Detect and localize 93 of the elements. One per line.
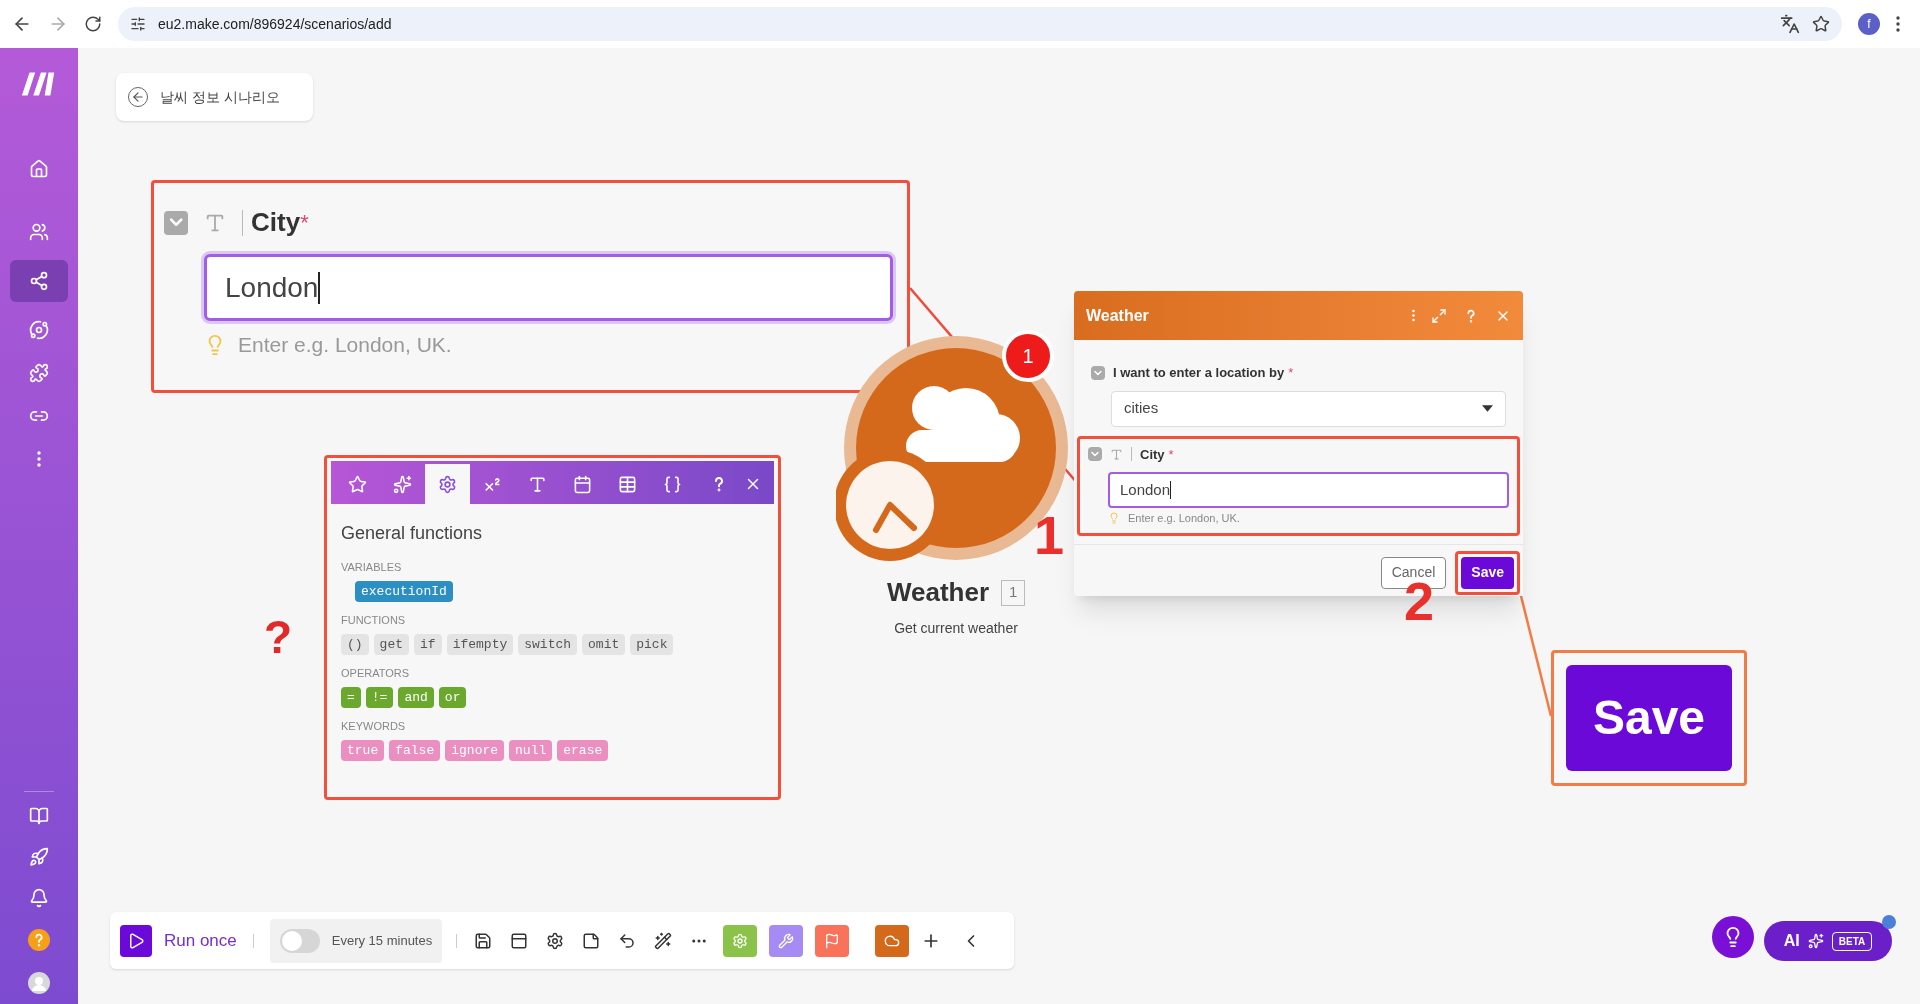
panel-title: General functions <box>341 522 484 545</box>
module-subtitle: Get current weather <box>894 619 1018 638</box>
module-name: Weather <box>886 576 990 609</box>
user-avatar-icon[interactable] <box>28 972 50 994</box>
function-chip[interactable]: switch <box>518 633 578 655</box>
ai-label: AI <box>1783 931 1800 951</box>
magic-icon[interactable] <box>654 931 673 950</box>
module-shortcut[interactable] <box>769 924 804 957</box>
step-number: 1 <box>1034 508 1065 562</box>
function-tab[interactable] <box>425 464 470 504</box>
star-icon <box>348 474 367 494</box>
collapse-checkbox[interactable] <box>1091 365 1105 380</box>
ai-assistant-button[interactable]: AI BETA <box>1764 921 1892 961</box>
collapse-checkbox[interactable] <box>164 210 188 235</box>
function-chip[interactable]: get <box>373 633 409 655</box>
input-value: London <box>1120 479 1171 500</box>
scenarios-icon <box>29 271 49 291</box>
sparkles-icon <box>1807 933 1824 949</box>
note-icon[interactable] <box>582 931 601 950</box>
field-hint: Enter e.g. London, UK. <box>1128 511 1240 526</box>
launch-icon[interactable] <box>29 847 49 867</box>
dropdown-caret-icon <box>1482 405 1493 412</box>
undo-icon[interactable] <box>618 931 637 950</box>
hint-bulb-icon <box>1108 512 1120 525</box>
address-bar[interactable]: eu2.make.com/896924/scenarios/add <box>118 7 1842 41</box>
sparkles-icon <box>393 474 412 494</box>
ai-icon <box>29 320 49 340</box>
module-shortcut[interactable] <box>875 924 910 957</box>
dialog-title: Weather <box>1086 305 1150 326</box>
required-mark: * <box>1288 364 1294 382</box>
profile-avatar[interactable]: f <box>1858 13 1880 35</box>
apps-icon <box>29 363 49 383</box>
schedule-label: Every 15 minutes <box>331 931 433 950</box>
required-mark: * <box>300 209 309 235</box>
expand-icon[interactable] <box>1431 307 1447 324</box>
module-count: 1 <box>1001 579 1026 606</box>
field-label: City <box>251 206 301 239</box>
required-mark: * <box>1168 445 1174 464</box>
gear-icon <box>732 932 749 949</box>
module-badge: 1 <box>1002 330 1054 382</box>
city-input[interactable]: London <box>204 254 893 321</box>
flag-icon <box>824 932 841 949</box>
notifications-icon[interactable] <box>29 888 49 908</box>
section-heading: KEYWORDS <box>341 719 407 734</box>
help-icon[interactable] <box>28 929 50 951</box>
city-input[interactable]: London <box>1108 472 1509 508</box>
section-heading: VARIABLES <box>341 560 403 575</box>
reload-icon[interactable] <box>84 15 102 33</box>
gear-icon <box>438 474 457 494</box>
location-select[interactable]: cities <box>1111 390 1506 427</box>
save-button[interactable]: Save <box>1461 556 1514 589</box>
schedule-toggle[interactable] <box>279 928 320 953</box>
tips-button[interactable] <box>1712 916 1754 958</box>
docs-icon[interactable] <box>29 806 49 826</box>
run-once-button[interactable]: Run once <box>120 924 237 957</box>
play-icon <box>120 924 152 957</box>
field-hint: Enter e.g. London, UK. <box>238 332 452 358</box>
team-icon <box>29 222 49 242</box>
save-button-enlarged: Save <box>1566 665 1732 771</box>
url-text: eu2.make.com/896924/scenarios/add <box>158 14 393 34</box>
section-heading: FUNCTIONS <box>341 613 407 628</box>
collapse-checkbox[interactable] <box>1088 447 1102 462</box>
variable-chip[interactable]: executionId <box>355 580 453 602</box>
beta-badge: BETA <box>1831 931 1873 951</box>
field-label: I want to enter a location by <box>1113 364 1285 382</box>
function-chip[interactable]: pick <box>630 633 674 655</box>
table-icon <box>618 474 637 494</box>
calendar-icon <box>573 474 592 494</box>
home-icon <box>29 159 49 179</box>
braces-icon <box>663 474 682 494</box>
tools-icon <box>778 932 795 949</box>
function-chip[interactable]: if <box>414 633 442 655</box>
save-icon[interactable] <box>474 931 493 950</box>
scenario-title: 날씨 정보 시나리오 <box>160 87 280 107</box>
layout-icon[interactable] <box>510 931 529 950</box>
question-mark: ? <box>264 614 293 660</box>
translate-icon[interactable] <box>1780 14 1800 34</box>
bookmark-star-icon[interactable] <box>1812 15 1830 33</box>
field-label: City <box>1140 445 1165 464</box>
module-shortcut[interactable] <box>815 924 850 957</box>
section-heading: OPERATORS <box>341 666 411 681</box>
settings-icon[interactable] <box>546 931 565 950</box>
select-value: cities <box>1124 398 1160 419</box>
text-icon <box>528 474 547 494</box>
function-chip[interactable]: ifempty <box>446 633 514 655</box>
text-type-icon <box>1110 447 1123 461</box>
browser-menu-icon[interactable] <box>1896 16 1900 32</box>
function-chip[interactable]: () <box>341 633 369 655</box>
input-value: London <box>225 270 319 305</box>
sidebar-item[interactable] <box>10 260 68 302</box>
site-info-icon[interactable] <box>130 16 146 32</box>
scenario-title-card[interactable]: 날씨 정보 시나리오 <box>116 73 313 121</box>
function-chip[interactable]: omit <box>582 633 626 655</box>
